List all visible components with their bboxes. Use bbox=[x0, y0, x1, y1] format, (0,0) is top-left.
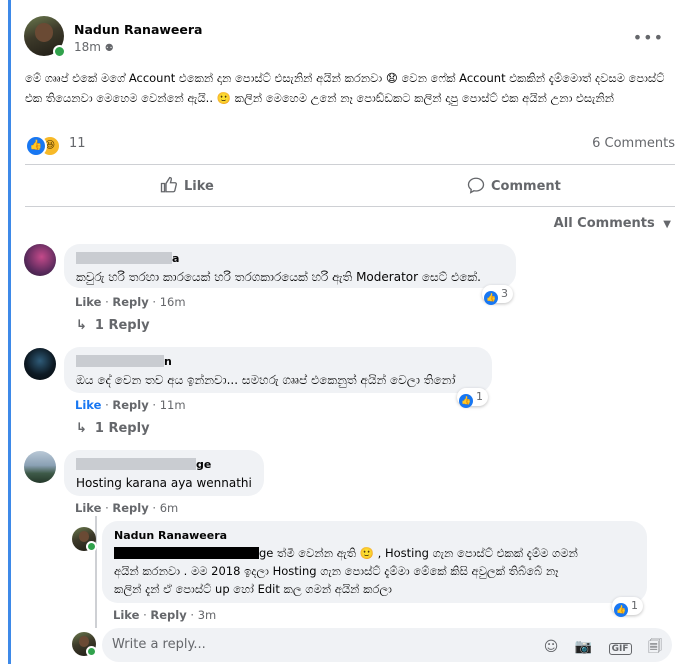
reply-reply-link[interactable]: Reply bbox=[150, 608, 186, 622]
post-stats: 👍 😆 11 6 Comments bbox=[25, 133, 675, 157]
post-time: 18m ⚉ bbox=[74, 40, 114, 54]
reactions-count[interactable]: 11 bbox=[69, 136, 86, 151]
post-timestamp[interactable]: 18m bbox=[74, 40, 101, 54]
reply-meta: Like · Reply · 3m bbox=[113, 608, 217, 622]
comment-author[interactable]: a bbox=[76, 252, 179, 265]
reply-input[interactable]: Write a reply... ☺ 📷 GIF 🗐 bbox=[102, 628, 672, 662]
comments-count[interactable]: 6 Comments bbox=[592, 136, 675, 151]
comment-label: Comment bbox=[491, 179, 561, 194]
like-reaction-icon: 👍 bbox=[614, 603, 628, 617]
avatar[interactable] bbox=[24, 348, 56, 380]
reaction-badge[interactable]: 👍 3 bbox=[482, 285, 513, 305]
comment-time[interactable]: 11m bbox=[160, 398, 186, 412]
reply-placeholder: Write a reply... bbox=[112, 637, 206, 652]
avatar[interactable] bbox=[24, 244, 56, 276]
more-options-icon[interactable]: ••• bbox=[633, 28, 664, 47]
reaction-badge[interactable]: 👍 1 bbox=[612, 597, 643, 617]
comment-author[interactable]: n bbox=[76, 355, 172, 368]
thread-accent-bar bbox=[8, 0, 11, 664]
comment-like-link[interactable]: Like bbox=[75, 398, 101, 412]
all-comments-filter[interactable]: All Comments ▼ bbox=[554, 216, 671, 231]
like-reaction-icon: 👍 bbox=[484, 291, 498, 305]
comment-meta: Like · Reply · 16m bbox=[75, 295, 186, 309]
comment-author[interactable]: ge bbox=[76, 458, 211, 471]
like-reaction-icon: 👍 bbox=[459, 394, 473, 408]
reply-like-link[interactable]: Like bbox=[113, 608, 139, 622]
reply-line-2: අයින් කරනවා . මම 2018 ඉදලා Hosting ගැන ප… bbox=[114, 564, 559, 578]
reply-time[interactable]: 3m bbox=[198, 608, 217, 622]
redacted-text bbox=[114, 547, 259, 559]
like-reaction-icon[interactable]: 👍 bbox=[25, 135, 47, 157]
gif-icon[interactable]: GIF bbox=[608, 643, 632, 655]
reply-bubble: Nadun Ranaweera ge ත්මී වෙන්න ඇති 🙂 , Ho… bbox=[102, 521, 647, 603]
divider bbox=[25, 206, 675, 207]
post-text: මේ ගෲප් එකේ මගේ Account එකෙන් දාන පොස්ට්… bbox=[25, 71, 665, 105]
reply-arrow-icon: ↳ bbox=[76, 421, 87, 436]
like-button[interactable]: Like bbox=[160, 176, 214, 194]
comment-time[interactable]: 16m bbox=[160, 295, 186, 309]
reply-author[interactable]: Nadun Ranaweera bbox=[114, 529, 227, 542]
blurred-name bbox=[76, 252, 172, 264]
comment-bubble: n ඔය දේ වෙන තව අය ඉන්නවා... සමහරු ගෲප් එ… bbox=[64, 347, 492, 393]
emoji-icon[interactable]: ☺ bbox=[544, 639, 559, 655]
comment-time[interactable]: 6m bbox=[160, 501, 179, 515]
like-label: Like bbox=[184, 179, 214, 194]
view-replies-link[interactable]: ↳ 1 Reply bbox=[76, 318, 150, 333]
blurred-name bbox=[76, 458, 196, 470]
comment-meta: Like · Reply · 6m bbox=[75, 501, 179, 515]
comment-like-link[interactable]: Like bbox=[75, 501, 101, 515]
all-comments-label: All Comments bbox=[553, 216, 655, 231]
online-indicator bbox=[86, 646, 97, 657]
post-actions: Like Comment bbox=[25, 170, 675, 202]
sticker-icon[interactable]: 🗐 bbox=[648, 636, 662, 660]
reply-arrow-icon: ↳ bbox=[76, 318, 87, 333]
online-indicator bbox=[53, 45, 66, 58]
avatar[interactable] bbox=[24, 451, 56, 483]
view-replies-link[interactable]: ↳ 1 Reply bbox=[76, 421, 150, 436]
comment-bubble: a කවුරු හරි තරහා කාරයෙක් හරි තරගකාරයෙක් … bbox=[64, 244, 516, 288]
divider bbox=[25, 164, 675, 165]
post-header: Nadun Ranaweera 18m ⚉ ••• bbox=[24, 16, 674, 58]
comment-like-link[interactable]: Like bbox=[75, 295, 101, 309]
comment-reply-link[interactable]: Reply bbox=[112, 398, 148, 412]
camera-icon[interactable]: 📷 bbox=[575, 639, 592, 655]
comment-text: ඔය දේ වෙන තව අය ඉන්නවා... සමහරු ගෲප් එකෙ… bbox=[76, 373, 456, 387]
comment-bubble: ge Hosting karana aya wennathi bbox=[64, 450, 264, 496]
post-author[interactable]: Nadun Ranaweera bbox=[74, 22, 203, 37]
comment-text: Hosting karana aya wennathi bbox=[76, 476, 252, 490]
reaction-badge[interactable]: 👍 1 bbox=[457, 388, 488, 408]
caret-down-icon: ▼ bbox=[663, 219, 671, 230]
blurred-name bbox=[76, 355, 164, 367]
comment-button[interactable]: Comment bbox=[467, 176, 561, 194]
reply-input-tools: ☺ 📷 GIF 🗐 bbox=[532, 636, 662, 660]
comment-meta: Like · Reply · 11m bbox=[75, 398, 186, 412]
comment-text: කවුරු හරි තරහා කාරයෙක් හරි තරගකාරයෙක් හර… bbox=[76, 270, 481, 284]
reply-line-3: කලින් දැන් ඒ පොස්ට් up හෝ Edit කල ගමන් අ… bbox=[114, 582, 392, 596]
online-indicator bbox=[86, 541, 97, 552]
friends-icon: ⚉ bbox=[104, 43, 114, 54]
comment-reply-link[interactable]: Reply bbox=[112, 295, 148, 309]
comment-reply-link[interactable]: Reply bbox=[112, 501, 148, 515]
thumbs-up-icon bbox=[160, 176, 177, 193]
reply-line-1: ge ත්මී වෙන්න ඇති 🙂 , Hosting ගැන පොස්ට්… bbox=[114, 546, 578, 561]
comment-icon bbox=[467, 177, 485, 194]
reply-thread-line bbox=[95, 516, 97, 628]
